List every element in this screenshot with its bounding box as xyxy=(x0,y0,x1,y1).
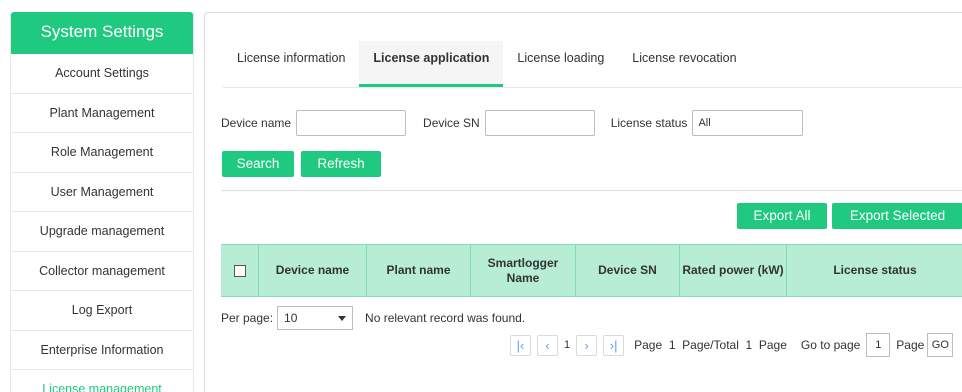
sidebar-item-role-management[interactable]: Role Management xyxy=(11,133,193,173)
tab-license-loading[interactable]: License loading xyxy=(503,41,618,87)
sidebar-title: System Settings xyxy=(11,12,193,54)
select-all-checkbox[interactable] xyxy=(233,264,246,277)
sidebar-item-log-export[interactable]: Log Export xyxy=(11,291,193,331)
current-page-number: 1 xyxy=(564,339,571,351)
go-button[interactable]: GO xyxy=(927,333,954,357)
column-rated-power[interactable]: Rated power (kW) xyxy=(680,245,787,296)
per-page-value: 10 xyxy=(284,311,298,325)
export-selected-button[interactable]: Export Selected xyxy=(832,203,962,229)
sidebar-item-license-management[interactable]: License management xyxy=(11,370,193,392)
sidebar-item-account-settings[interactable]: Account Settings xyxy=(11,54,193,94)
column-plant-name[interactable]: Plant name xyxy=(367,245,471,296)
last-page-icon[interactable]: ›| xyxy=(603,334,625,356)
select-all-cell xyxy=(221,245,259,296)
goto-page-input[interactable]: 1 xyxy=(866,333,891,357)
tab-license-revocation[interactable]: License revocation xyxy=(618,41,750,87)
tab-bar: License information License application … xyxy=(223,41,751,87)
goto-label: Go to page xyxy=(800,338,861,352)
next-page-icon[interactable]: › xyxy=(576,334,598,356)
column-device-sn[interactable]: Device SN xyxy=(576,245,680,296)
column-device-name[interactable]: Device name xyxy=(259,245,367,296)
search-button[interactable]: Search xyxy=(222,151,294,177)
device-sn-input[interactable] xyxy=(484,110,595,136)
page-info: Page 1 Page/Total 1 Page xyxy=(634,338,787,352)
per-page-row: Per page: 10 No relevant record was foun… xyxy=(221,306,525,330)
sidebar-item-enterprise-information[interactable]: Enterprise Information xyxy=(11,331,193,370)
column-smartlogger-name[interactable]: Smartlogger Name xyxy=(471,245,576,296)
first-page-icon[interactable]: |‹ xyxy=(510,334,531,356)
sidebar: System Settings Account Settings Plant M… xyxy=(10,12,194,392)
license-status-label: License status xyxy=(610,116,688,130)
caret-down-icon xyxy=(338,315,347,321)
section-divider xyxy=(221,190,962,191)
prev-page-icon[interactable]: ‹ xyxy=(537,334,558,356)
sidebar-item-collector-management[interactable]: Collector management xyxy=(11,252,193,291)
column-license-status[interactable]: License status xyxy=(787,245,962,296)
per-page-label: Per page: xyxy=(221,311,274,325)
main-panel: License information License application … xyxy=(204,12,962,392)
empty-message: No relevant record was found. xyxy=(365,311,526,325)
device-sn-label: Device SN xyxy=(423,116,480,130)
tab-divider xyxy=(223,87,962,88)
table-header: Device name Plant name Smartlogger Name … xyxy=(221,244,962,297)
sidebar-item-user-management[interactable]: User Management xyxy=(11,173,193,212)
tab-license-application[interactable]: License application xyxy=(359,41,504,87)
per-page-select[interactable]: 10 xyxy=(277,306,354,330)
filter-row: Device name Device SN License status xyxy=(221,110,804,136)
license-status-select[interactable] xyxy=(692,110,804,136)
sidebar-item-upgrade-management[interactable]: Upgrade management xyxy=(11,212,193,252)
sidebar-item-plant-management[interactable]: Plant Management xyxy=(11,94,193,133)
export-all-button[interactable]: Export All xyxy=(737,203,827,229)
page-suffix: Page xyxy=(896,338,925,352)
pagination: |‹ ‹ 1 › ›| Page 1 Page/Total 1 Page Go … xyxy=(510,333,954,357)
device-name-input[interactable] xyxy=(296,110,407,136)
refresh-button[interactable]: Refresh xyxy=(301,151,381,177)
tab-license-information[interactable]: License information xyxy=(223,41,359,87)
device-name-label: Device name xyxy=(221,116,292,130)
